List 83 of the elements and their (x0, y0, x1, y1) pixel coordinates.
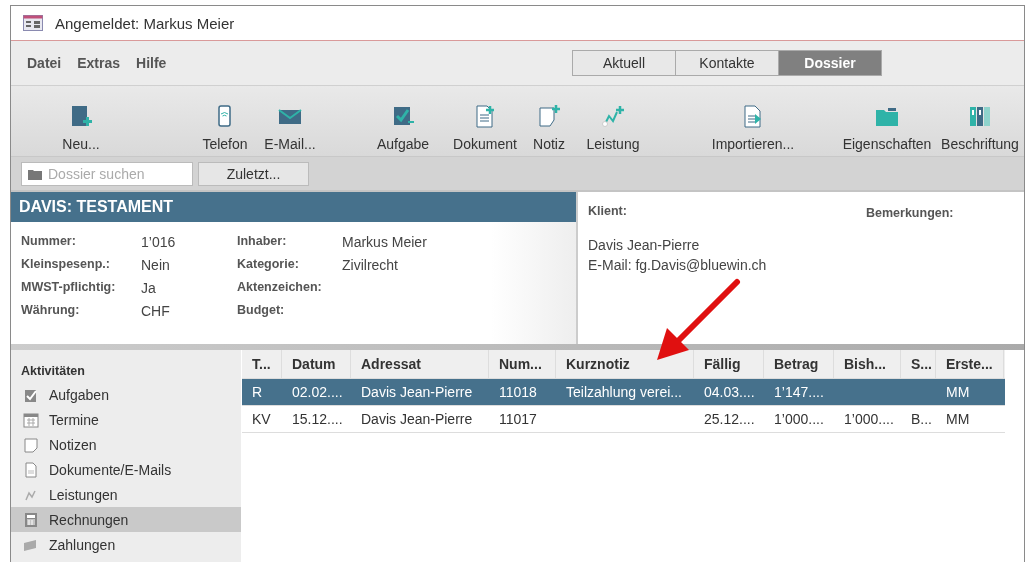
sidebar-title: Aktivitäten (20, 363, 86, 380)
toolbar-button[interactable]: Leistung (573, 86, 653, 156)
toolbar-button[interactable]: E-Mail... (259, 86, 321, 156)
table-cell: Teilzahlung verei... (566, 384, 682, 400)
field-label: Währung: (21, 303, 81, 319)
sidebar-item[interactable]: Rechnungen (11, 507, 241, 532)
sidebar-item[interactable]: Zahlungen (11, 532, 241, 557)
column-header[interactable]: Num... (489, 350, 556, 378)
table-cell: R (252, 384, 263, 400)
view-tab[interactable]: Dossier (779, 51, 881, 75)
toolbar-button[interactable]: Dokument (445, 86, 525, 156)
table-cell: 04.03.... (704, 384, 755, 400)
remarks-label: Bemerkungen: (866, 206, 954, 220)
field-value: Markus Meier (342, 234, 428, 251)
field-label: MWST-pflichtig: (21, 280, 117, 296)
column-header[interactable]: S... (901, 350, 936, 378)
table-cell: Davis Jean-Pierre (361, 411, 473, 427)
table-cell: MM (946, 384, 970, 400)
toolbar-button[interactable]: Aufgabe (361, 86, 445, 156)
column-header[interactable]: Bish... (834, 350, 901, 378)
table-cell: KV (252, 411, 271, 427)
note-icon (23, 436, 39, 453)
table-row[interactable]: R 02.02.... Davis Jean-Pierre 11018 Teilzahlung verei... 04.03.... 1’147.... MM (242, 379, 1005, 406)
field-label: Kleinspesenp.: (21, 257, 111, 273)
client-label: Klient: (588, 204, 628, 220)
menu-item[interactable]: Extras (67, 55, 127, 71)
app-icon (23, 15, 43, 31)
field-label: Aktenzeichen: (237, 280, 323, 296)
table-cell: 1’000.... (844, 411, 894, 427)
table-cell: MM (946, 411, 970, 427)
field-value: Ja (141, 280, 157, 297)
toolbar-button[interactable]: Neu... (31, 86, 131, 156)
sidebar-item[interactable]: Leistungen (11, 482, 241, 507)
menu-item[interactable]: Hilfe (126, 55, 173, 71)
view-tab[interactable]: Aktuell (573, 51, 676, 75)
toolbar-button[interactable]: Importieren... (683, 86, 823, 156)
field-label: Nummer: (21, 234, 77, 250)
column-header[interactable]: Datum (282, 350, 351, 378)
table-cell: B... (911, 411, 932, 427)
sidebar-item[interactable]: Notizen (11, 432, 241, 457)
dossier-title: DAVIS: TESTAMENT (11, 192, 576, 222)
table-row[interactable]: KV 15.12.... Davis Jean-Pierre 11017 25.12.... 1’000.... 1’000.... B... MM (242, 406, 1005, 433)
table-cell: 11018 (499, 384, 537, 400)
table-cell: 11017 (499, 411, 537, 427)
menu-item[interactable]: Datei (17, 55, 68, 71)
field-label: Inhaber: (237, 234, 288, 250)
column-header[interactable]: Fällig (694, 350, 764, 378)
calculator-icon (23, 511, 39, 528)
column-header[interactable]: T... (242, 350, 282, 378)
table-cell: 25.12.... (704, 411, 755, 427)
column-header[interactable]: Adressat (351, 350, 489, 378)
sidebar-item[interactable]: Aufgaben (11, 382, 241, 407)
table-cell: 15.12.... (292, 411, 343, 427)
table-cell: 02.02.... (292, 384, 343, 400)
sidebar-item[interactable]: Termine (11, 407, 241, 432)
window-title: Angemeldet: Markus Meier (55, 14, 235, 32)
table-cell: 1’147.... (774, 384, 824, 400)
graph-icon (600, 104, 626, 128)
note-icon (536, 104, 562, 128)
view-tab[interactable]: Kontakte (676, 51, 779, 75)
field-label: Budget: (237, 303, 286, 319)
toolbar-button[interactable]: Telefon (191, 86, 259, 156)
table-cell: 1’000.... (774, 411, 824, 427)
table-cell: Davis Jean-Pierre (361, 384, 473, 400)
field-value: 1’016 (141, 234, 177, 251)
column-header[interactable]: Erste... (936, 350, 1004, 378)
recent-button[interactable]: Zuletzt... (198, 161, 309, 186)
field-label: Kategorie: (237, 257, 300, 273)
column-header[interactable]: Betrag (764, 350, 834, 378)
client-info: Davis Jean-Pierre (588, 236, 701, 255)
field-value: CHF (141, 303, 171, 320)
folder-icon (28, 168, 42, 180)
document-icon (23, 461, 39, 478)
toolbar-button[interactable]: Beschriftung (937, 86, 1023, 156)
sidebar-item[interactable]: Dokumente/E-Mails (11, 457, 241, 482)
client-info: E-Mail: fg.Davis@bluewin.ch (588, 256, 768, 275)
calendar-icon (23, 411, 39, 428)
toolbar-button[interactable]: Notiz (525, 86, 573, 156)
toolbar-button[interactable]: Eigenschaften (837, 86, 937, 156)
field-value: Zivilrecht (342, 257, 399, 274)
search-field[interactable]: Dossier suchen (21, 161, 193, 186)
field-value: Nein (141, 257, 171, 274)
binders-icon (967, 104, 993, 128)
